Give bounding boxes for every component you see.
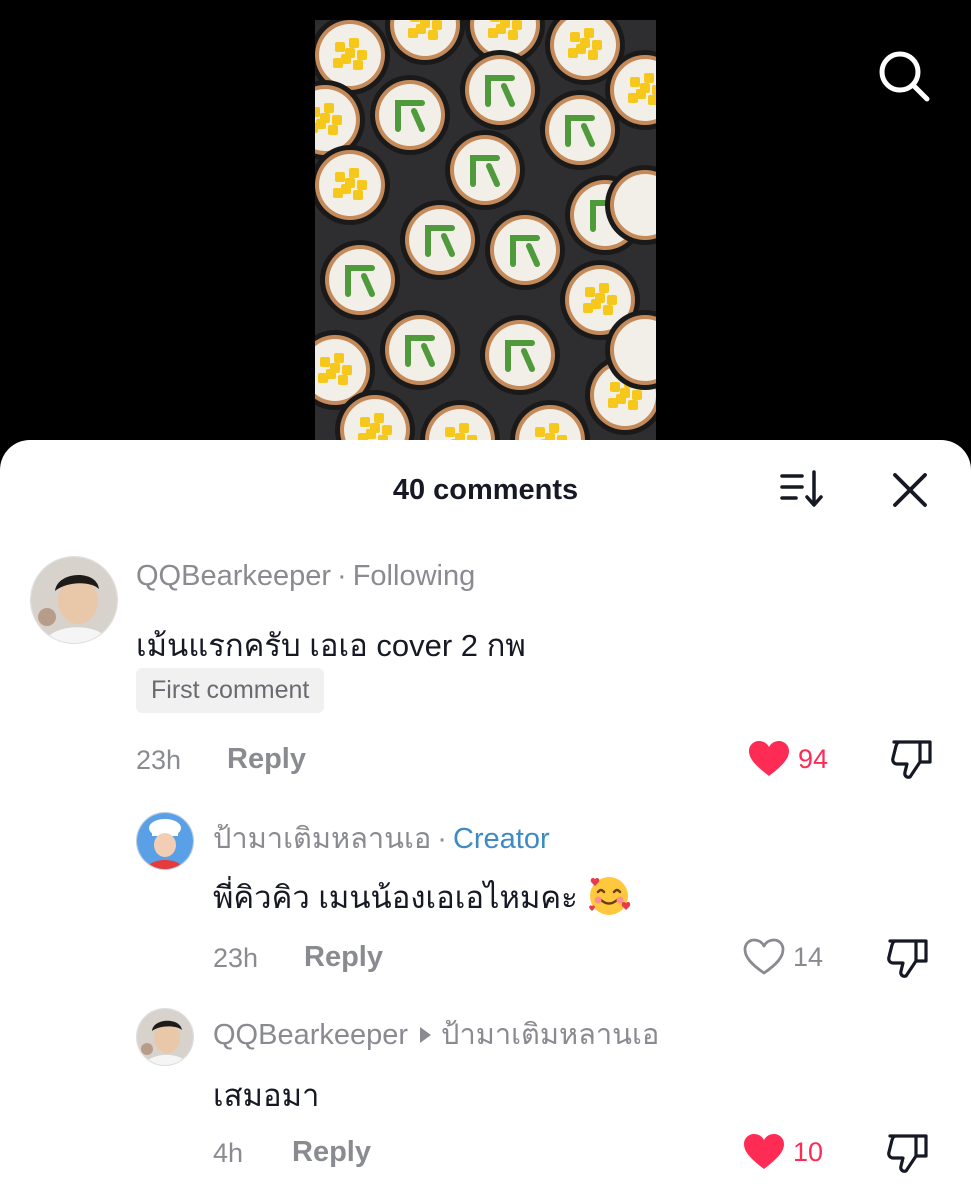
close-icon[interactable] xyxy=(888,468,932,512)
avatar[interactable] xyxy=(136,812,194,870)
thumbs-down-icon[interactable] xyxy=(890,738,934,785)
comment-time: 23h xyxy=(136,745,182,775)
comment-text: เสมอมา xyxy=(213,1078,320,1113)
search-icon[interactable] xyxy=(872,44,936,108)
username[interactable]: QQBearkeeper xyxy=(136,560,331,592)
username[interactable]: ป้ามาเติมหลานเอ xyxy=(213,823,431,855)
comment-author: QQBearkeeper · Following xyxy=(136,560,475,593)
reply-button[interactable]: Reply xyxy=(304,941,383,974)
comment-author: ป้ามาเติมหลานเอ · Creator xyxy=(213,815,550,861)
like-count: 14 xyxy=(793,941,824,972)
avatar[interactable] xyxy=(30,556,118,644)
reply-button[interactable]: Reply xyxy=(292,1136,371,1169)
smiling-hearts-emoji-icon xyxy=(586,873,632,927)
heart-icon xyxy=(744,1134,784,1169)
reply-button[interactable]: Reply xyxy=(227,743,306,776)
heart-icon xyxy=(743,938,785,975)
comment-time: 23h xyxy=(213,943,259,973)
reply-arrow-icon xyxy=(420,1026,432,1043)
reply-to-username[interactable]: ป้ามาเติมหลานเอ xyxy=(441,1019,659,1051)
sort-icon[interactable] xyxy=(778,468,826,512)
heart-icon xyxy=(749,741,789,776)
like-count: 94 xyxy=(798,743,829,774)
separator-dot: · xyxy=(337,560,347,592)
comment-author: QQBearkeeper ป้ามาเติมหลานเอ xyxy=(213,1011,659,1057)
separator-dot: · xyxy=(437,823,447,855)
comment-text: เม้นแรกครับ เอเอ cover 2 กพ xyxy=(136,628,526,663)
avatar[interactable] xyxy=(136,1008,194,1066)
video-thumbnail[interactable] xyxy=(315,20,656,440)
like-button[interactable]: 94 xyxy=(748,740,828,778)
creator-label: Creator xyxy=(452,823,550,855)
following-label: Following xyxy=(352,560,476,592)
like-count: 10 xyxy=(793,1136,824,1167)
first-comment-badge: First comment xyxy=(136,668,325,713)
thumbs-down-icon[interactable] xyxy=(886,937,930,984)
comment-text: พี่คิวคิว เมนน้องเอเอไหมคะ xyxy=(213,872,632,927)
like-button[interactable]: 14 xyxy=(743,938,823,976)
video-area xyxy=(0,0,971,470)
comments-sheet: 40 comments QQBearkeeper · Following เม้นแ… xyxy=(0,440,971,1200)
comment-text-content: พี่คิวคิว เมนน้องเอเอไหมคะ xyxy=(213,880,578,915)
comment-time: 4h xyxy=(213,1138,244,1168)
thumbs-down-icon[interactable] xyxy=(886,1132,930,1179)
like-button[interactable]: 10 xyxy=(743,1133,823,1171)
username[interactable]: QQBearkeeper xyxy=(213,1019,408,1051)
